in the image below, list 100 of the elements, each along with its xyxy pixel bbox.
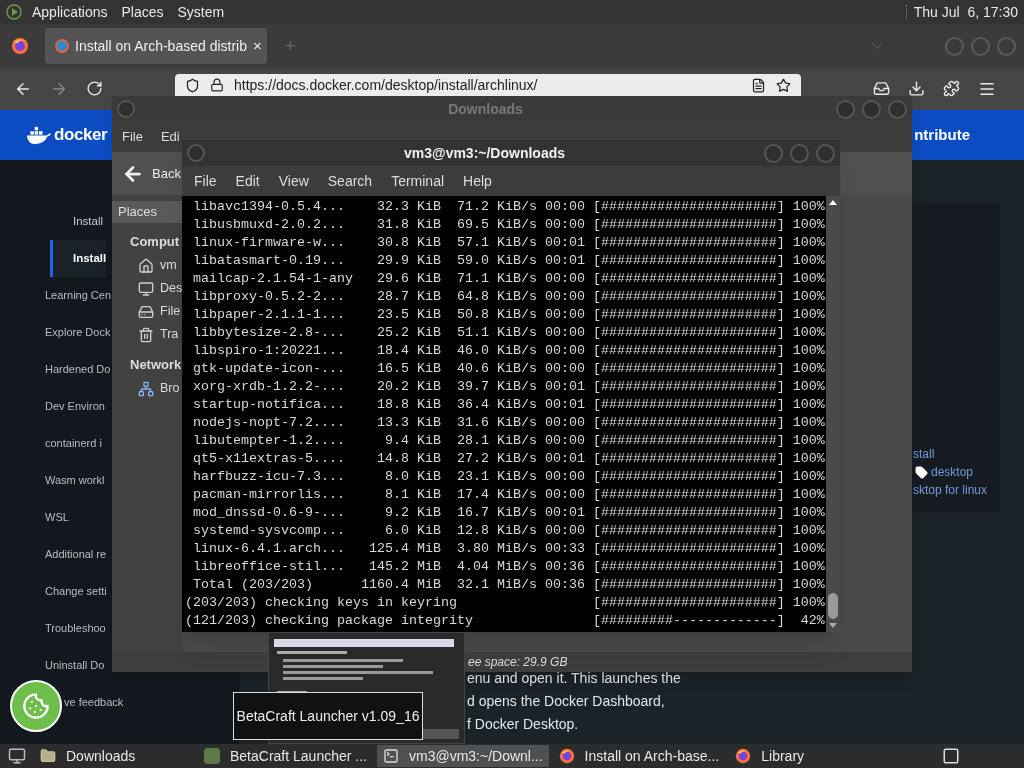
terminal-line: startup-notifica... 18.8 KiB 36.4 KiB/s 00:01 [######################] 100% [192,396,826,414]
tags-heading: stall [912,446,936,463]
menu-item[interactable]: View [278,170,309,192]
sidebar-item[interactable]: Change setti [45,583,107,600]
place-item[interactable]: vm [112,254,182,277]
terminal-line: libspiro-1:20221... 18.4 KiB 46.0 KiB/s 00:00 [######################] 100% [192,342,826,360]
menu-item[interactable]: Edi [160,127,180,147]
panel-menu[interactable]: System [177,1,225,23]
window-control-button[interactable] [945,36,964,56]
menu-item[interactable]: Terminal [391,170,445,192]
taskbar-button[interactable]: BetaCraft Launcher ... [198,745,373,767]
scrollbar[interactable] [826,196,840,632]
window-control-button[interactable] [836,99,855,119]
downloads-icon[interactable] [908,80,925,97]
related-link[interactable]: sktop for linux [912,481,1000,499]
firefox-icon [11,37,29,55]
terminal-line: xorg-xrdb-1.2.2-... 20.2 KiB 39.7 KiB/s 00:01 [######################] 100% [192,378,826,396]
taskbar-button[interactable]: Downloads [34,745,194,767]
terminal-line: (121/203) checking package integrity [#########-------------] 42% [185,612,826,630]
drive-icon [138,303,154,320]
clock[interactable]: Thu Jul 6, 17:30 [913,1,1018,23]
taskbar-button[interactable]: Library [729,745,811,767]
sidebar-item[interactable]: ve feedback [64,694,124,711]
terminal-line: libutempter-1.2.... 9.4 KiB 28.1 KiB/s 00:00 [######################] 100% [192,432,826,450]
sidebar-item[interactable]: Hardened Do [45,361,111,378]
bookmark-star-icon[interactable] [776,77,791,93]
sidebar-item[interactable]: Learning Cen [45,287,112,304]
menu-item[interactable]: File [194,170,217,192]
menu-item[interactable]: Edit [235,170,260,192]
terminal-icon [382,748,399,764]
cookie-icon [22,692,50,720]
place-item[interactable]: Bro [112,377,182,400]
folder-icon [40,748,56,764]
back-button[interactable]: Back [152,163,181,184]
shield-icon [185,77,200,93]
menu-item[interactable]: File [122,127,143,147]
taskbar-button[interactable]: Install on Arch-base... [552,745,726,767]
network-icon [138,380,154,397]
sidebar-item[interactable]: Uninstall Do [45,657,105,674]
panel-menu[interactable]: Places [121,1,164,23]
sidebar-item[interactable]: containerd i [45,435,102,452]
terminal-line: libreoffice-stil... 145.2 MiB 4.04 MiB/s 00:36 [######################] 100% [192,558,826,576]
sidebar-item[interactable]: Additional re [45,546,107,563]
window-title: Downloads [447,99,524,119]
reader-view-icon[interactable] [751,77,766,93]
window-control-button[interactable] [971,36,990,56]
terminal-line: (203/203) checking keys in keyring [######################] 100% [185,594,826,612]
place-item[interactable]: Tra [112,323,182,346]
tag-link[interactable]: desktop [912,463,1000,481]
url-text: https://docs.docker.com/desktop/install/archlinux/ [234,75,538,95]
terminal-line: libbytesize-2.8-... 25.2 KiB 51.1 KiB/s 00:00 [######################] 100% [192,324,826,342]
browser-tab[interactable]: Install on Arch-based distrib × [45,28,267,64]
terminal-line: nodejs-nopt-7.2.... 13.3 KiB 31.6 KiB/s 00:00 [######################] 100% [192,414,826,432]
window-control-button[interactable] [997,36,1016,56]
sidebar-item[interactable]: Install [50,203,104,240]
header-link[interactable]: ntribute [914,123,970,147]
free-space-text: ee space: 29.9 GB [468,654,568,671]
places-dropdown[interactable]: Places [112,201,182,223]
tab-title: Install on Arch-based distrib [75,36,247,56]
globe-icon [55,39,69,53]
sidebar-item[interactable]: Dev Environ [45,398,105,415]
sidebar-item[interactable]: Explore Dock [45,324,111,341]
lock-icon [210,78,224,92]
terminal-line: libavc1394-0.5.4... 32.3 KiB 71.2 KiB/s 00:00 [######################] 100% [192,198,826,216]
sidebar-item[interactable]: Troubleshoo [45,620,106,637]
reload-icon[interactable] [86,80,103,97]
window-control-button[interactable] [764,143,783,163]
forward-icon[interactable] [50,80,68,98]
terminal-line: libpaper-2.1.1-1... 23.5 KiB 50.8 KiB/s 00:00 [######################] 100% [192,306,826,324]
window-control-button[interactable] [816,143,835,163]
address-bar[interactable]: https://docs.docker.com/desktop/install/archlinux/ [175,74,801,96]
menu-item[interactable]: Help [463,170,492,192]
close-tab-button[interactable]: × [253,34,262,58]
tooltip: BetaCraft Launcher v1.09_16 [233,692,423,740]
body-text: f Docker Desktop. [467,715,580,734]
sidebar-item[interactable]: WSL [45,509,69,526]
taskbar-button[interactable]: vm3@vm3:~/Downl... [376,745,549,767]
terminal-line: linux-firmware-w... 30.8 KiB 57.1 KiB/s 00:01 [######################] 100% [192,234,826,252]
panel-menu[interactable]: Applications [32,1,108,23]
extensions-icon[interactable] [943,80,960,97]
terminal-line: mailcap-2.1.54-1-any 29.6 KiB 71.1 KiB/s 00:00 [######################] 100% [192,270,826,288]
pocket-icon[interactable] [873,80,890,97]
place-item[interactable]: Des [112,277,182,300]
window-menu-button[interactable] [117,100,135,118]
firefox-icon [735,748,752,764]
window-title: vm3@vm3:~/Downloads [402,143,567,163]
sidebar-item[interactable]: Install [50,240,107,277]
window-menu-button[interactable] [187,144,205,162]
menu-item[interactable]: Search [327,170,373,192]
place-item[interactable]: File [112,300,182,323]
sidebar-item[interactable]: Wasm workl [45,472,105,489]
terminal-line: mod_dnssd-0.6-9-... 9.2 KiB 16.7 KiB/s 00:01 [######################] 100% [192,504,826,522]
firefox-icon [558,748,575,764]
workspace-icon[interactable] [942,747,960,765]
show-desktop-icon[interactable] [8,747,26,765]
window-control-button[interactable] [790,143,809,163]
back-icon[interactable] [14,80,32,98]
terminal-line: Total (203/203) 1160.4 MiB 32.1 MiB/s 00:36 [######################] 100% [192,576,826,594]
monitor-icon [138,280,154,297]
menu-icon[interactable] [978,80,996,98]
